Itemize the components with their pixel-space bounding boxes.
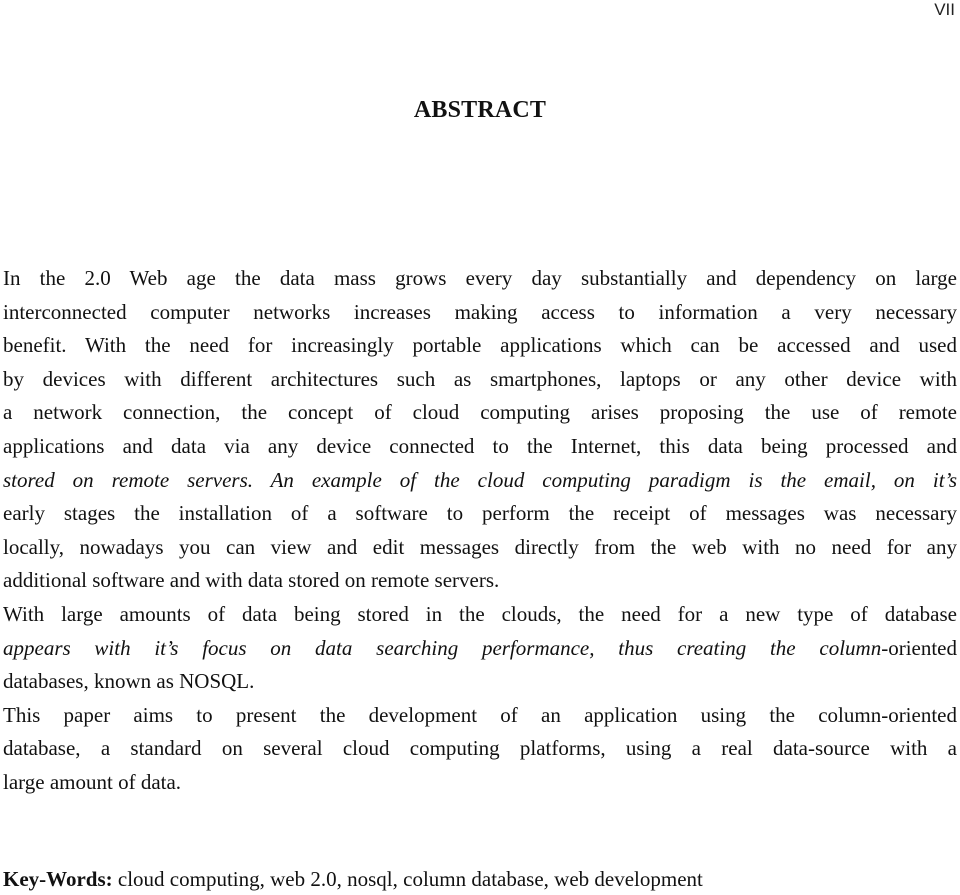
text-segment: early stages the installation of a softw… (3, 501, 957, 526)
text-line: benefit. With the need for increasingly … (3, 329, 957, 363)
text-segment: a network connection, the concept of clo… (3, 400, 957, 425)
paragraph: With large amounts of data being stored … (3, 598, 957, 699)
text-line: early stages the installation of a softw… (3, 497, 957, 531)
text-line: stored on remote servers. An example of … (3, 464, 957, 498)
text-segment: database, a standard on several cloud co… (3, 736, 957, 761)
text-line: by devices with different architectures … (3, 363, 957, 397)
keywords-label: Key-Words: (3, 867, 113, 891)
text-segment: additional software and with data stored… (3, 568, 500, 593)
text-segment: large amount of data. (3, 769, 182, 794)
text-segment: databases, known as NOSQL. (3, 669, 255, 694)
keywords-value: cloud computing, web 2.0, nosql, column … (112, 867, 703, 891)
text-segment: by devices with different architectures … (3, 366, 957, 391)
text-line: databases, known as NOSQL. (3, 665, 957, 699)
text-segment: -oriented (881, 635, 957, 660)
text-line: locally, nowadays you can view and edit … (3, 531, 957, 565)
text-line: interconnected computer networks increas… (3, 296, 957, 330)
text-segment: locally, nowadays you can view and edit … (3, 534, 957, 559)
text-line: database, a standard on several cloud co… (3, 732, 957, 766)
paragraph: This paper aims to present the developme… (3, 699, 957, 800)
text-line: applications and data via any device con… (3, 430, 957, 464)
text-line: In the 2.0 Web age the data mass grows e… (3, 262, 957, 296)
paragraph: In the 2.0 Web age the data mass grows e… (3, 262, 957, 598)
italic-text: stored on remote servers. An example of … (3, 467, 957, 492)
text-line: additional software and with data stored… (3, 564, 957, 598)
page-number: VII (934, 0, 955, 19)
text-segment: With large amounts of data being stored … (3, 601, 957, 626)
text-line: large amount of data. (3, 766, 957, 800)
text-line: a network connection, the concept of clo… (3, 396, 957, 430)
keywords: Key-Words: cloud computing, web 2.0, nos… (3, 867, 703, 892)
text-segment: interconnected computer networks increas… (3, 299, 957, 324)
abstract-title: ABSTRACT (413, 97, 547, 123)
abstract-body: In the 2.0 Web age the data mass grows e… (3, 262, 957, 800)
italic-text: appears with it’s focus on data searchin… (3, 635, 882, 660)
text-segment: applications and data via any device con… (3, 433, 957, 458)
text-line: This paper aims to present the developme… (3, 699, 957, 733)
text-line: With large amounts of data being stored … (3, 598, 957, 632)
text-segment: This paper aims to present the developme… (3, 702, 957, 727)
text-segment: benefit. With the need for increasingly … (3, 333, 957, 358)
text-line: appears with it’s focus on data searchin… (3, 632, 957, 666)
text-segment: In the 2.0 Web age the data mass grows e… (3, 266, 957, 290)
